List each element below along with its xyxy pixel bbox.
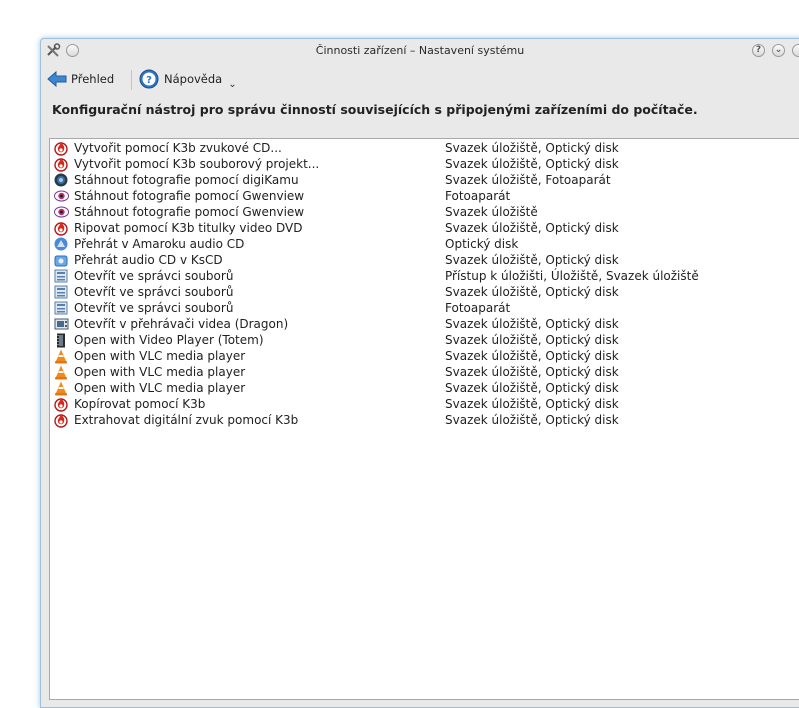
list-item[interactable]: Extrahovat digitální zvuk pomocí K3b Svaz… xyxy=(53,412,799,428)
toolbar-separator xyxy=(131,70,132,90)
vlc-icon xyxy=(53,348,69,364)
settings-window: Činnosti zařízení – Nastavení systému ? … xyxy=(40,38,799,708)
action-name: Přehrát v Amaroku audio CD xyxy=(74,237,245,251)
k3b-icon xyxy=(53,156,69,172)
device-types: Svazek úložiště, Fotoaparát xyxy=(445,173,611,187)
chevron-down-icon[interactable]: ⌄ xyxy=(228,79,236,90)
list-item[interactable]: Open with VLC media player Svazek úložišt… xyxy=(53,364,799,380)
dragon-player-icon xyxy=(53,316,69,332)
file-manager-icon xyxy=(53,268,69,284)
k3b-icon xyxy=(53,412,69,428)
device-types: Svazek úložiště, Optický disk xyxy=(445,141,619,155)
device-types: Fotoaparát xyxy=(445,301,511,315)
action-name: Otevřít ve správci souborů xyxy=(74,269,234,283)
list-item[interactable]: Přehrát v Amaroku audio CD Optický disk xyxy=(53,236,799,252)
list-item[interactable]: Open with VLC media player Svazek úložišt… xyxy=(53,380,799,396)
help-circle-icon: ? xyxy=(139,69,159,89)
kscd-icon xyxy=(53,252,69,268)
device-types: Fotoaparát xyxy=(445,189,511,203)
list-item[interactable]: Vytvořit pomocí K3b souborový projekt...… xyxy=(53,156,799,172)
device-types: Svazek úložiště, Optický disk xyxy=(445,317,619,331)
amarok-icon xyxy=(53,236,69,252)
action-name: Vytvořit pomocí K3b zvukové CD... xyxy=(74,141,282,155)
help-label: Nápověda xyxy=(164,72,223,86)
action-name: Otevřít v přehrávači videa (Dragon) xyxy=(74,317,289,331)
device-types: Svazek úložiště, Optický disk xyxy=(445,349,619,363)
list-item[interactable]: Otevřít ve správci souborů Fotoaparát xyxy=(53,300,799,316)
device-types: Svazek úložiště, Optický disk xyxy=(445,253,619,267)
svg-text:?: ? xyxy=(146,75,152,86)
window-title: Činnosti zařízení – Nastavení systému xyxy=(315,44,525,57)
back-arrow-icon xyxy=(47,70,67,88)
k3b-icon xyxy=(53,140,69,156)
action-name: Vytvořit pomocí K3b souborový projekt... xyxy=(74,157,320,171)
k3b-icon xyxy=(53,396,69,412)
vlc-icon xyxy=(53,364,69,380)
action-name: Open with VLC media player xyxy=(74,365,246,379)
action-name: Ripovat pomocí K3b titulky video DVD xyxy=(74,221,303,235)
action-name: Stáhnout fotografie pomocí Gwenview xyxy=(74,205,305,219)
list-item[interactable]: Kopírovat pomocí K3b Svazek úložiště, Opt… xyxy=(53,396,799,412)
file-manager-icon xyxy=(53,300,69,316)
gwenview-icon xyxy=(53,204,69,220)
action-name: Open with VLC media player xyxy=(74,349,246,363)
action-name: Extrahovat digitální zvuk pomocí K3b xyxy=(74,413,299,427)
device-types: Svazek úložiště xyxy=(445,205,538,219)
device-types: Svazek úložiště, Optický disk xyxy=(445,413,619,427)
list-item[interactable]: Vytvořit pomocí K3b zvukové CD... Svazek … xyxy=(53,140,799,156)
list-item[interactable]: Ripovat pomocí K3b titulky video DVD Svaz… xyxy=(53,220,799,236)
action-name: Přehrát audio CD v KsCD xyxy=(74,253,223,267)
action-name: Open with Video Player (Totem) xyxy=(74,333,264,347)
list-item[interactable]: Stáhnout fotografie pomocí Gwenview Fotoa… xyxy=(53,188,799,204)
title-bar[interactable]: Činnosti zařízení – Nastavení systému ? … xyxy=(41,39,799,63)
actions-list[interactable]: Vytvořit pomocí K3b zvukové CD... Svazek … xyxy=(49,138,799,700)
device-types: Přístup k úložišti, Úložiště, Svazek úlo… xyxy=(445,269,699,283)
list-item[interactable]: Otevřít ve správci souborů Svazek úložišt… xyxy=(53,284,799,300)
device-types: Svazek úložiště, Optický disk xyxy=(445,157,619,171)
maximize-icon[interactable] xyxy=(791,43,799,58)
list-item[interactable]: Otevřít ve správci souborů Přístup k úlož… xyxy=(53,268,799,284)
k3b-icon xyxy=(53,220,69,236)
device-types: Svazek úložiště, Optický disk xyxy=(445,397,619,411)
device-types: Svazek úložiště, Optický disk xyxy=(445,381,619,395)
help-icon[interactable]: ? xyxy=(751,43,766,58)
action-name: Open with VLC media player xyxy=(74,381,246,395)
device-types: Optický disk xyxy=(445,237,519,251)
device-types: Svazek úložiště, Optický disk xyxy=(445,221,619,235)
device-types: Svazek úložiště, Optický disk xyxy=(445,365,619,379)
digikam-icon xyxy=(53,172,69,188)
list-item[interactable]: Přehrát audio CD v KsCD Svazek úložiště, … xyxy=(53,252,799,268)
minimize-icon[interactable]: ⌄ xyxy=(771,43,786,58)
vlc-icon xyxy=(53,380,69,396)
list-item[interactable]: Stáhnout fotografie pomocí Gwenview Svaze… xyxy=(53,204,799,220)
list-item[interactable]: Open with VLC media player Svazek úložišt… xyxy=(53,348,799,364)
totem-icon xyxy=(53,332,69,348)
action-name: Stáhnout fotografie pomocí Gwenview xyxy=(74,189,305,203)
help-button[interactable]: ? Nápověda ⌄ xyxy=(139,67,237,91)
action-name: Stáhnout fotografie pomocí digiKamu xyxy=(74,173,299,187)
list-item[interactable]: Stáhnout fotografie pomocí digiKamu Svaze… xyxy=(53,172,799,188)
file-manager-icon xyxy=(53,284,69,300)
toolbar: Přehled ? Nápověda ⌄ xyxy=(41,65,799,93)
list-item[interactable]: Open with Video Player (Totem) Svazek úlo… xyxy=(53,332,799,348)
overview-label: Přehled xyxy=(71,72,115,86)
action-name: Otevřít ve správci souborů xyxy=(74,285,234,299)
device-types: Svazek úložiště, Optický disk xyxy=(445,285,619,299)
overview-button[interactable]: Přehled xyxy=(47,67,114,91)
action-name: Kopírovat pomocí K3b xyxy=(74,397,206,411)
action-name: Otevřít ve správci souborů xyxy=(74,301,234,315)
device-types: Svazek úložiště, Optický disk xyxy=(445,333,619,347)
list-item[interactable]: Otevřít v přehrávači videa (Dragon) Svaze… xyxy=(53,316,799,332)
gwenview-icon xyxy=(53,188,69,204)
page-description: Konfigurační nástroj pro správu činností… xyxy=(52,102,698,117)
